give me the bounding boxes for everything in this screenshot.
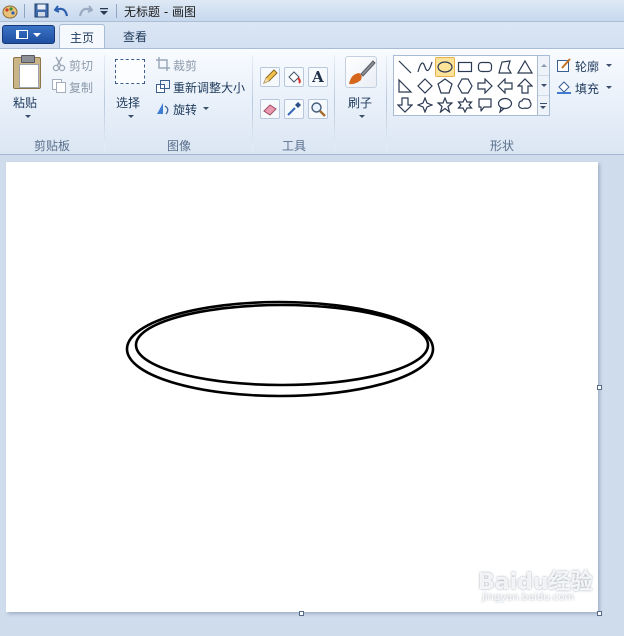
rotate-icon[interactable]: [155, 100, 171, 116]
hexagon-shape-icon[interactable]: [455, 76, 475, 96]
right-triangle-shape-icon[interactable]: [395, 76, 415, 96]
paste-icon[interactable]: [13, 55, 41, 89]
separator: [116, 4, 117, 18]
paint-menu-button[interactable]: [2, 25, 55, 44]
separator: [24, 4, 25, 18]
gallery-scroll-down-button[interactable]: [538, 76, 549, 96]
rectangle-shape-icon[interactable]: [455, 57, 475, 77]
pencil-icon[interactable]: [260, 67, 280, 87]
rounded-rectangle-shape-icon[interactable]: [475, 57, 495, 77]
chevron-down-icon[interactable]: [359, 115, 365, 118]
tab-home[interactable]: 主页: [59, 24, 106, 49]
cut-icon[interactable]: [51, 56, 67, 72]
resize-icon[interactable]: [155, 78, 171, 94]
oval-callout-shape-icon[interactable]: [495, 95, 515, 115]
fill-button[interactable]: 填充: [575, 80, 599, 97]
clipboard-group-label: 剪贴板: [34, 139, 71, 153]
title-bar: 无标题 - 画图: [0, 0, 624, 22]
redo-icon[interactable]: [76, 2, 94, 19]
rounded-callout-shape-icon[interactable]: [475, 95, 495, 115]
canvas-drawing: [125, 300, 435, 398]
text-tool-icon[interactable]: A: [308, 67, 328, 87]
crop-icon[interactable]: [155, 56, 171, 72]
select-icon[interactable]: [115, 59, 145, 84]
window-title: 无标题 - 画图: [124, 5, 196, 19]
ribbon-tabs: 主页 查看: [0, 22, 624, 49]
undo-icon[interactable]: [53, 2, 71, 19]
tab-view[interactable]: 查看: [113, 24, 157, 49]
gallery-expand-button[interactable]: [538, 96, 549, 116]
crop-button[interactable]: 裁剪: [173, 57, 197, 74]
group-separator: [386, 55, 387, 151]
text-tool-glyph: A: [312, 68, 324, 86]
customize-toolbar-icon[interactable]: [95, 2, 113, 19]
canvas-resize-handle-right[interactable]: [597, 385, 602, 390]
cloud-callout-shape-icon[interactable]: [515, 95, 535, 115]
chevron-down-icon[interactable]: [203, 107, 209, 110]
chevron-down-icon[interactable]: [128, 115, 134, 118]
shapes-gallery-scrollbar: [538, 55, 550, 116]
shapes-gallery: [393, 55, 538, 116]
copy-button[interactable]: 复制: [69, 79, 93, 96]
drawn-oval-inner: [134, 303, 430, 387]
eraser-icon[interactable]: [260, 99, 280, 119]
four-point-star-shape-icon[interactable]: [415, 95, 435, 115]
save-icon[interactable]: [32, 2, 50, 19]
chevron-down-icon[interactable]: [606, 64, 612, 67]
magnifier-icon[interactable]: [308, 99, 328, 119]
paste-button[interactable]: 粘贴: [13, 94, 37, 111]
group-separator: [104, 55, 105, 151]
resize-button[interactable]: 重新调整大小: [173, 79, 245, 96]
five-point-star-shape-icon[interactable]: [435, 95, 455, 115]
curve-shape-icon[interactable]: [415, 57, 435, 77]
right-arrow-shape-icon[interactable]: [475, 76, 495, 96]
left-arrow-shape-icon[interactable]: [495, 76, 515, 96]
fill-icon[interactable]: [556, 79, 572, 95]
diamond-shape-icon[interactable]: [415, 76, 435, 96]
cut-button[interactable]: 剪切: [69, 57, 93, 74]
gallery-scroll-up-button[interactable]: [538, 56, 549, 76]
group-separator: [334, 55, 335, 151]
canvas-resize-handle-bottom[interactable]: [299, 611, 304, 616]
line-shape-icon[interactable]: [395, 57, 415, 77]
pentagon-shape-icon[interactable]: [435, 76, 455, 96]
color-picker-icon[interactable]: [284, 99, 304, 119]
triangle-shape-icon[interactable]: [515, 57, 535, 77]
select-button[interactable]: 选择: [116, 94, 140, 111]
fill-bucket-icon[interactable]: [284, 67, 304, 87]
drawing-canvas[interactable]: [6, 162, 598, 612]
chevron-down-icon: [33, 32, 41, 37]
chevron-up-icon: [540, 64, 547, 67]
polygon-shape-icon[interactable]: [495, 57, 515, 77]
oval-shape-icon[interactable]: [435, 57, 455, 77]
ribbon: 粘贴 剪切 复制 剪贴板 选择 裁剪 重新调整大小 旋转 图像 A 工具 刷子 …: [0, 48, 624, 155]
chevron-down-icon[interactable]: [25, 115, 31, 118]
menu-icon: [16, 30, 28, 39]
canvas-resize-handle-corner[interactable]: [597, 611, 602, 616]
watermark-url: jingyan.baidu.com: [482, 592, 575, 603]
image-group-label: 图像: [167, 139, 192, 153]
expand-more-icon: [540, 103, 547, 109]
six-point-star-shape-icon[interactable]: [455, 95, 475, 115]
chevron-down-icon[interactable]: [606, 86, 612, 89]
copy-icon[interactable]: [51, 78, 67, 94]
brush-icon[interactable]: [345, 56, 377, 88]
brush-button[interactable]: 刷子: [348, 94, 372, 111]
paint-app-icon[interactable]: [1, 2, 19, 19]
rotate-button[interactable]: 旋转: [173, 101, 197, 118]
outline-button[interactable]: 轮廓: [575, 58, 599, 75]
group-separator: [252, 55, 253, 151]
chevron-down-icon: [540, 84, 547, 87]
down-arrow-shape-icon[interactable]: [395, 95, 415, 115]
shapes-group-label: 形状: [490, 139, 515, 153]
outline-icon[interactable]: [556, 57, 572, 73]
up-arrow-shape-icon[interactable]: [515, 76, 535, 96]
tools-group-label: 工具: [282, 139, 307, 153]
